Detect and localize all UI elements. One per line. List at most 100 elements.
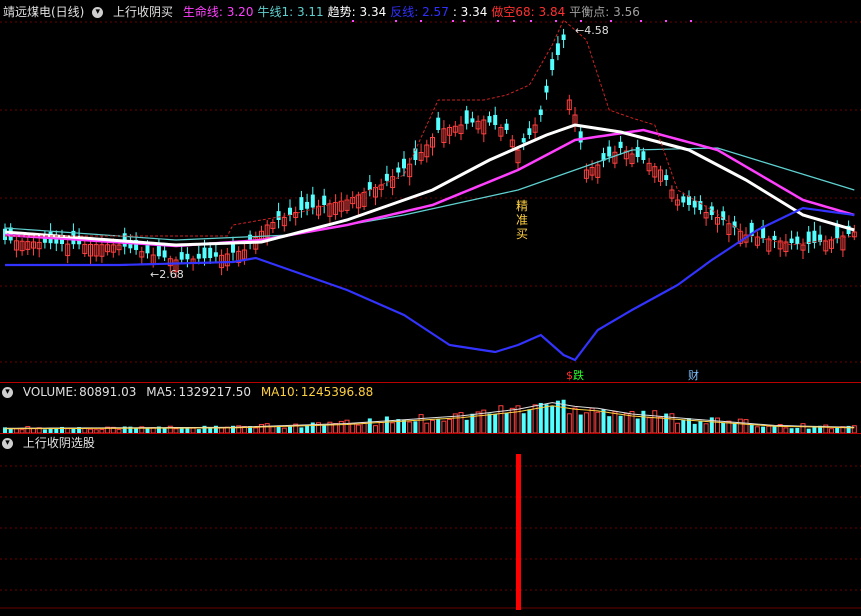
candle-body: [544, 85, 549, 93]
volume-bar: [692, 423, 697, 433]
volume-bar: [373, 425, 378, 434]
candle-body: [527, 128, 532, 135]
candle-body: [202, 247, 207, 259]
volume-bar: [259, 423, 264, 434]
candle-body: [470, 118, 475, 123]
candle-body: [464, 110, 469, 124]
volume-bar: [413, 421, 418, 433]
volume-dropdown-icon[interactable]: ▾: [2, 387, 13, 398]
volume-bar: [607, 416, 612, 433]
volume-bars: [3, 399, 857, 434]
volume-bar: [521, 413, 526, 433]
candle-body: [288, 207, 292, 215]
marker-dot: [395, 20, 397, 22]
volume-bar: [589, 407, 595, 434]
volume-bar: [612, 411, 618, 434]
volume-bar: [493, 414, 498, 433]
sell-signal-char: 跌: [573, 368, 584, 382]
marker-dot: [420, 20, 422, 22]
marker-dot: [610, 20, 612, 22]
ma5-label: MA5:: [146, 385, 177, 399]
volume-bar: [544, 404, 549, 433]
indicator-lines: [4, 19, 855, 362]
volume-bar: [436, 419, 441, 433]
volume-bar: [361, 422, 367, 434]
volume-bar: [618, 415, 623, 433]
candle-body: [436, 117, 441, 130]
buy-signal-char: 精: [516, 199, 528, 213]
high-price-label: ←4.58: [575, 24, 609, 37]
candle-body: [538, 109, 543, 115]
candle-body: [641, 151, 646, 160]
volume-bar: [322, 424, 327, 433]
chart-canvas: ←4.58 ←2.68 精准买 $ 跌 财: [0, 19, 861, 610]
candle-body: [179, 252, 184, 260]
volume-bar: [566, 413, 572, 434]
candle-body: [635, 147, 640, 157]
marker-dot: [530, 20, 532, 22]
candle-body: [664, 175, 669, 180]
volume-bar: [578, 414, 583, 433]
grid-lines: [0, 21, 861, 609]
volume-bar: [737, 418, 743, 434]
volume-bar: [475, 411, 481, 434]
marker-dot: [640, 20, 642, 22]
candle-body: [555, 43, 560, 55]
candle-body: [487, 116, 492, 123]
buy-signal-char: 准: [516, 213, 528, 227]
volume-bar: [681, 419, 686, 433]
volume-bar: [669, 413, 675, 434]
volume-bar: [338, 420, 344, 434]
volume-bar: [629, 411, 635, 434]
volume-bar: [424, 422, 430, 434]
short-line: [5, 19, 855, 246]
candle-body: [721, 211, 726, 220]
volume-bar: [623, 412, 629, 434]
candle-body: [618, 141, 623, 148]
candle-body: [213, 252, 218, 257]
volume-bar: [583, 412, 589, 434]
volume-bar: [367, 418, 372, 433]
candle-body: [607, 146, 612, 157]
volume-bar: [464, 419, 469, 433]
volume-bar: [264, 423, 270, 434]
candle-body: [299, 197, 304, 210]
low-price-label: ←2.68: [150, 268, 184, 281]
marker-dot: [690, 20, 692, 22]
candle-body: [208, 247, 213, 258]
volume-bar: [418, 414, 424, 434]
candle-body: [196, 253, 201, 259]
candle-body: [402, 158, 406, 169]
ma5-value: 1329217.50: [178, 385, 251, 399]
volume-bar: [772, 426, 777, 433]
candle-body: [692, 200, 697, 208]
finance-marker: 财: [688, 368, 699, 382]
signal-dropdown-icon[interactable]: ▾: [2, 438, 13, 449]
volume-label: VOLUME:: [22, 385, 78, 399]
candle-body: [367, 182, 372, 190]
candle-body: [322, 195, 327, 205]
candle-body: [396, 167, 401, 173]
marker-dot: [352, 20, 354, 22]
marker-dot: [555, 20, 557, 22]
volume-bar: [646, 417, 652, 434]
signal-divider: [0, 433, 861, 434]
volume-bar: [498, 405, 504, 434]
candle-body: [310, 194, 315, 208]
ma10-value: 1245396.88: [300, 385, 374, 399]
candle-body: [687, 196, 691, 205]
marker-dot: [497, 20, 499, 22]
marker-dot: [665, 20, 667, 22]
volume-bar: [447, 418, 453, 434]
candle-body: [681, 196, 686, 203]
marker-dot: [463, 20, 465, 22]
volume-bar: [749, 424, 754, 433]
signal-label[interactable]: 上行收阴选股: [23, 436, 95, 450]
volume-bar: [652, 410, 658, 434]
volume-bar: [344, 419, 350, 434]
volume-header: ▾ VOLUME: 80891.03 MA5: 1329217.50 MA10: 12…: [0, 383, 379, 401]
volume-bar: [715, 417, 720, 434]
signal-bar: [516, 454, 521, 610]
volume-bar: [550, 406, 555, 433]
sell-signal-prefix: $: [566, 369, 573, 382]
